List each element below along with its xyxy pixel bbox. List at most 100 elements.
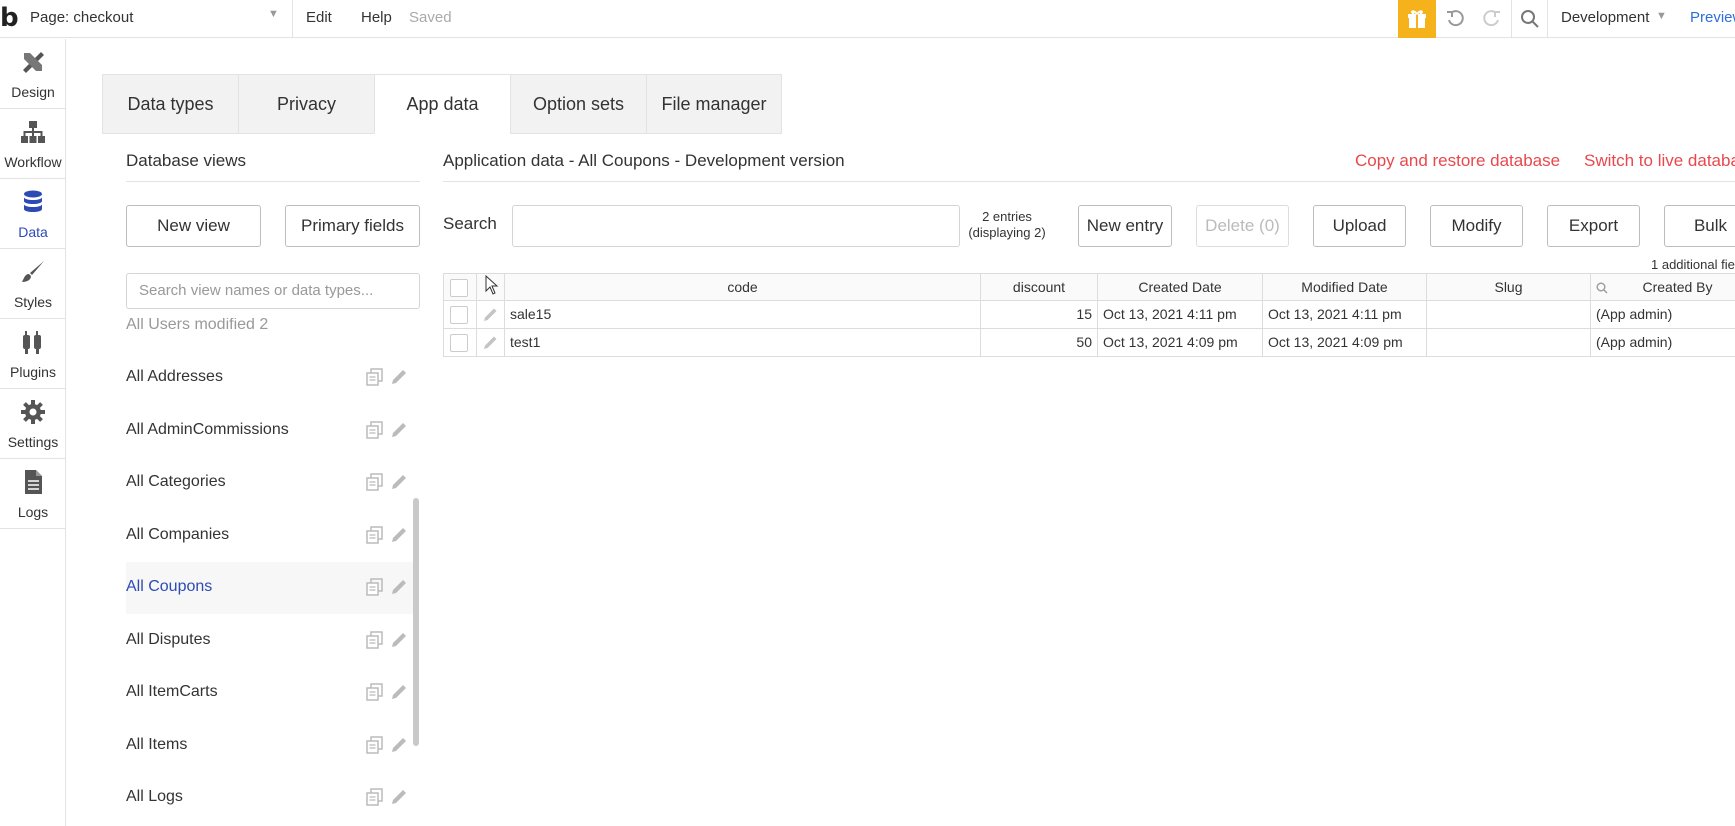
view-search-input[interactable]: Search view names or data types... xyxy=(126,273,420,309)
primary-fields-button[interactable]: Primary fields xyxy=(285,205,420,247)
sidebar-item-logs[interactable]: Logs xyxy=(0,459,66,529)
copy-icon[interactable] xyxy=(366,630,384,649)
column-header-discount[interactable]: discount xyxy=(980,274,1097,302)
pencil-icon[interactable] xyxy=(482,307,498,323)
cell-code[interactable]: test1 xyxy=(504,329,980,357)
sidebar-item-workflow[interactable]: Workflow xyxy=(0,109,66,179)
sidebar-item-settings[interactable]: Settings xyxy=(0,389,66,459)
copy-icon[interactable] xyxy=(366,368,384,386)
row-checkbox[interactable] xyxy=(450,334,468,352)
bubble-logo-icon[interactable]: b xyxy=(0,4,22,32)
list-item[interactable]: All Companies xyxy=(126,510,416,562)
cell-discount[interactable]: 50 xyxy=(980,329,1097,357)
search-icon[interactable] xyxy=(1519,8,1541,30)
preview-link[interactable]: Preview xyxy=(1690,9,1735,26)
list-item[interactable]: All Disputes xyxy=(126,615,416,667)
new-view-button[interactable]: New view xyxy=(126,205,261,247)
chevron-down-icon[interactable]: ▼ xyxy=(268,8,279,20)
saved-status: Saved xyxy=(409,9,452,26)
copy-icon[interactable] xyxy=(366,578,384,596)
pencil-icon[interactable] xyxy=(390,473,408,491)
search-input[interactable] xyxy=(512,205,960,247)
modify-button[interactable]: Modify xyxy=(1430,205,1523,247)
chevron-down-icon[interactable]: ▼ xyxy=(1656,10,1667,22)
column-header-modified-date[interactable]: Modified Date xyxy=(1262,274,1426,302)
pencil-icon[interactable] xyxy=(390,368,408,386)
export-button[interactable]: Export xyxy=(1547,205,1640,247)
views-scrollbar[interactable] xyxy=(413,498,419,746)
cell-discount[interactable]: 15 xyxy=(980,301,1097,329)
copy-icon[interactable] xyxy=(366,788,384,806)
column-header-code[interactable]: code xyxy=(504,274,980,302)
entries-displaying-line: (displaying 2) xyxy=(968,225,1046,240)
additional-fields-note[interactable]: 1 additional fields xyxy=(1651,257,1735,272)
cell-code[interactable]: sale15 xyxy=(504,301,980,329)
delete-button[interactable]: Delete (0) xyxy=(1196,205,1289,247)
column-header-created-by[interactable]: Created By xyxy=(1620,274,1735,302)
cell-slug[interactable] xyxy=(1426,329,1590,357)
table-header-row: code discount Created Date Modified Date… xyxy=(443,273,1735,302)
sidebar-item-styles[interactable]: Styles xyxy=(0,249,66,319)
column-header-slug[interactable]: Slug xyxy=(1426,274,1590,302)
cell-created-date[interactable]: Oct 13, 2021 4:09 pm xyxy=(1097,329,1262,357)
pencil-icon[interactable] xyxy=(390,421,408,439)
copy-icon[interactable] xyxy=(366,683,384,701)
tab-file-manager[interactable]: File manager xyxy=(646,74,782,134)
redo-icon[interactable] xyxy=(1481,8,1503,30)
pencil-icon[interactable] xyxy=(390,578,408,596)
tab-data-types[interactable]: Data types xyxy=(102,74,238,134)
cell-created-by[interactable]: (App admin) xyxy=(1590,329,1735,357)
sidebar-item-label: Data xyxy=(18,224,48,240)
tab-option-sets[interactable]: Option sets xyxy=(510,74,646,134)
tab-privacy[interactable]: Privacy xyxy=(238,74,374,134)
copy-icon[interactable] xyxy=(366,735,384,754)
menu-edit[interactable]: Edit xyxy=(306,9,332,26)
select-cell xyxy=(443,329,476,357)
pencil-icon[interactable] xyxy=(390,683,408,701)
list-item[interactable]: All ItemCarts xyxy=(126,667,416,719)
sidebar-item-data[interactable]: Data xyxy=(0,179,66,249)
sidebar-item-plugins[interactable]: Plugins xyxy=(0,319,66,389)
select-all-checkbox[interactable] xyxy=(450,279,468,297)
new-entry-button[interactable]: New entry xyxy=(1078,205,1172,247)
list-item[interactable]: All Items xyxy=(126,720,416,772)
pencil-icon[interactable] xyxy=(390,736,408,754)
cell-created-by[interactable]: (App admin) xyxy=(1590,301,1735,329)
pencil-icon[interactable] xyxy=(390,788,408,806)
search-icon[interactable] xyxy=(1596,282,1608,294)
gift-icon[interactable] xyxy=(1398,0,1436,38)
environment-selector[interactable]: Development xyxy=(1561,9,1649,26)
menu-help[interactable]: Help xyxy=(361,9,392,26)
sidebar-item-design[interactable]: Design xyxy=(0,39,66,109)
page-selector[interactable]: Page: checkout xyxy=(30,9,133,26)
pencil-icon[interactable] xyxy=(390,526,408,544)
list-item[interactable]: All Addresses xyxy=(126,352,416,404)
copy-icon[interactable] xyxy=(366,525,384,544)
upload-button[interactable]: Upload xyxy=(1313,205,1406,247)
pencil-icon[interactable] xyxy=(390,631,408,649)
cell-created-date[interactable]: Oct 13, 2021 4:11 pm xyxy=(1097,301,1262,329)
column-search-cell xyxy=(1590,274,1620,302)
tab-app-data[interactable]: App data xyxy=(374,74,510,134)
list-item[interactable]: All Coupons xyxy=(126,562,416,614)
copy-icon[interactable] xyxy=(366,473,384,491)
table-row[interactable]: sale15 15 Oct 13, 2021 4:11 pm Oct 13, 2021… xyxy=(443,301,1735,329)
list-item[interactable]: All Logs xyxy=(126,772,416,824)
copy-icon[interactable] xyxy=(366,420,384,439)
switch-live-link[interactable]: Switch to live database xyxy=(1584,151,1735,171)
cell-modified-date[interactable]: Oct 13, 2021 4:09 pm xyxy=(1262,329,1426,357)
list-item[interactable]: All Categories xyxy=(126,457,416,509)
column-header-created-date[interactable]: Created Date xyxy=(1097,274,1262,302)
pencil-icon[interactable] xyxy=(482,335,498,351)
bulk-button[interactable]: Bulk xyxy=(1664,205,1735,247)
cell-slug[interactable] xyxy=(1426,301,1590,329)
search-label: Search xyxy=(443,214,497,233)
list-item[interactable]: All AdminCommissions xyxy=(126,405,416,457)
copy-restore-link[interactable]: Copy and restore database xyxy=(1355,151,1560,171)
undo-icon[interactable] xyxy=(1444,8,1466,30)
row-checkbox[interactable] xyxy=(450,306,468,324)
database-views-title: Database views xyxy=(126,151,247,170)
list-item[interactable]: All Users modified 2 xyxy=(126,318,416,352)
cell-modified-date[interactable]: Oct 13, 2021 4:11 pm xyxy=(1262,301,1426,329)
table-row[interactable]: test1 50 Oct 13, 2021 4:09 pm Oct 13, 2021 … xyxy=(443,329,1735,357)
